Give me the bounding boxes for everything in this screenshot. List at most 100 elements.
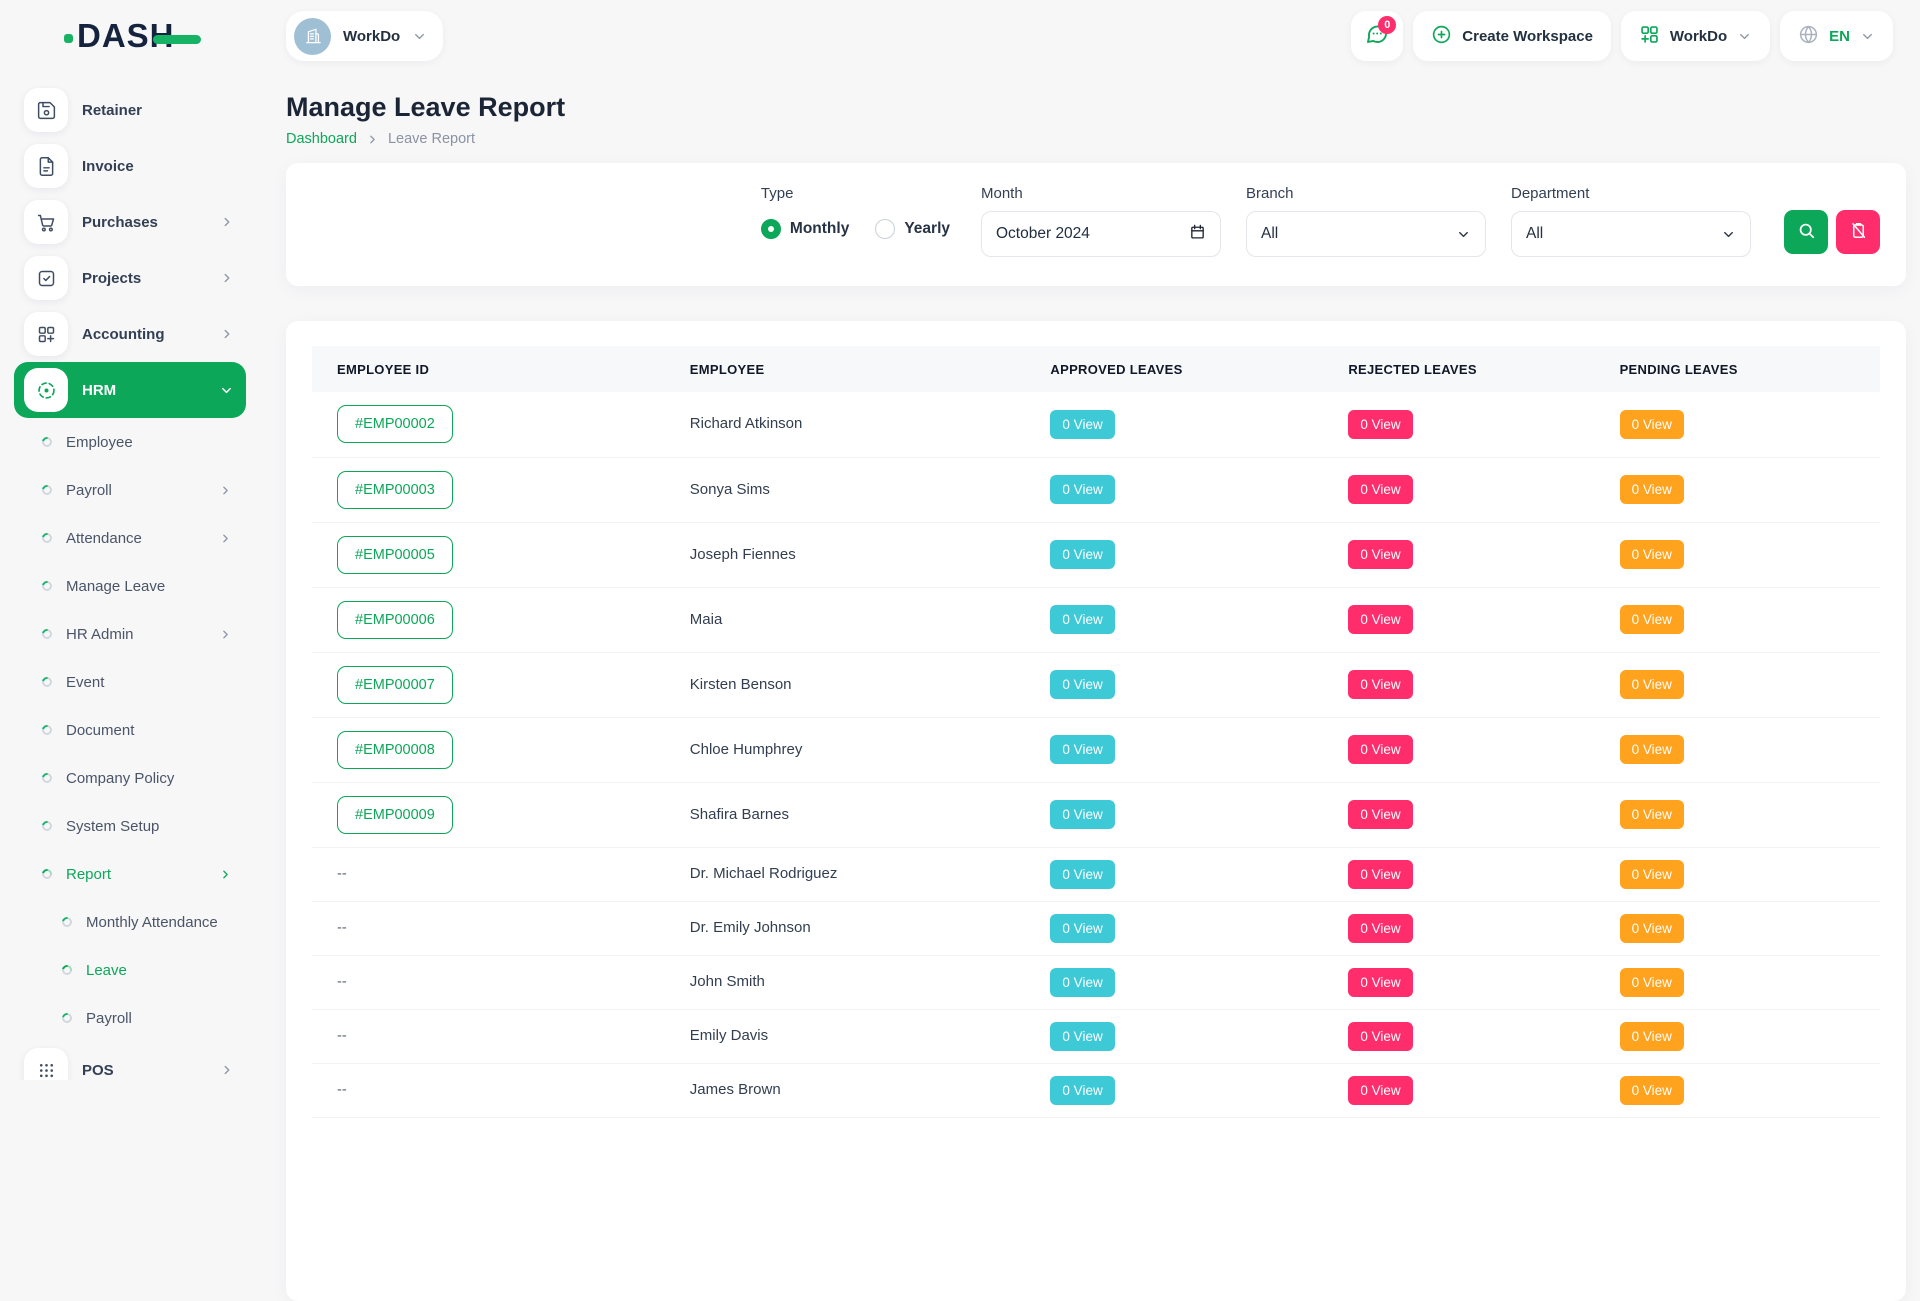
search-button[interactable] — [1784, 210, 1828, 254]
rejected-leaves-badge[interactable]: 0 View — [1348, 1022, 1412, 1051]
branch-select[interactable]: All — [1246, 211, 1486, 257]
rejected-leaves-badge[interactable]: 0 View — [1348, 735, 1412, 764]
sidebar-item-report-payroll[interactable]: Payroll — [14, 994, 246, 1042]
employee-name: Sonya Sims — [690, 481, 770, 498]
employee-id[interactable]: #EMP00003 — [337, 471, 453, 509]
sidebar-item-label: Event — [66, 674, 232, 691]
employee-id[interactable]: #EMP00002 — [337, 405, 453, 443]
radio-yearly[interactable]: Yearly — [875, 219, 950, 239]
rejected-leaves-badge[interactable]: 0 View — [1348, 914, 1412, 943]
reset-button[interactable] — [1836, 210, 1880, 254]
bullet-icon — [40, 531, 54, 545]
sidebar-item-monthly-attendance[interactable]: Monthly Attendance — [14, 898, 246, 946]
chevron-right-icon — [366, 133, 379, 146]
sidebar-item-company-policy[interactable]: Company Policy — [14, 754, 246, 802]
rejected-leaves-badge[interactable]: 0 View — [1348, 968, 1412, 997]
rejected-leaves-badge[interactable]: 0 View — [1348, 670, 1412, 699]
approved-leaves-badge[interactable]: 0 View — [1050, 968, 1114, 997]
month-label: Month — [981, 185, 1221, 202]
pending-leaves-badge[interactable]: 0 View — [1620, 410, 1684, 439]
rejected-leaves-badge[interactable]: 0 View — [1348, 860, 1412, 889]
sidebar-item-hr-admin[interactable]: HR Admin — [14, 610, 246, 658]
breadcrumb-dashboard-link[interactable]: Dashboard — [286, 131, 357, 147]
employee-id[interactable]: #EMP00008 — [337, 731, 453, 769]
approved-leaves-badge[interactable]: 0 View — [1050, 475, 1114, 504]
pending-leaves-badge[interactable]: 0 View — [1620, 670, 1684, 699]
pending-leaves-badge[interactable]: 0 View — [1620, 475, 1684, 504]
sidebar-item-label: Attendance — [66, 530, 205, 547]
sidebar-item-accounting[interactable]: Accounting — [14, 306, 246, 362]
workspace-switcher[interactable]: WorkDo — [286, 11, 443, 61]
pending-leaves-badge[interactable]: 0 View — [1620, 800, 1684, 829]
pending-leaves-badge[interactable]: 0 View — [1620, 968, 1684, 997]
create-workspace-button[interactable]: Create Workspace — [1413, 11, 1611, 61]
rejected-leaves-badge[interactable]: 0 View — [1348, 540, 1412, 569]
sidebar-item-purchases[interactable]: Purchases — [14, 194, 246, 250]
sidebar-item-system-setup[interactable]: System Setup — [14, 802, 246, 850]
approved-leaves-badge[interactable]: 0 View — [1050, 540, 1114, 569]
hrm-icon — [24, 368, 68, 412]
employee-id: -- — [337, 974, 347, 990]
sidebar-item-leave[interactable]: Leave — [14, 946, 246, 994]
employee-id[interactable]: #EMP00009 — [337, 796, 453, 834]
breadcrumb-current: Leave Report — [388, 131, 475, 147]
sidebar-item-invoice[interactable]: Invoice — [14, 138, 246, 194]
table-row: #EMP00008 Chloe Humphrey 0 View 0 View 0… — [312, 717, 1880, 782]
building-icon — [294, 18, 331, 55]
sidebar-item-employee[interactable]: Employee — [14, 418, 246, 466]
month-value: October 2024 — [996, 225, 1090, 243]
sidebar-item-payroll[interactable]: Payroll — [14, 466, 246, 514]
approved-leaves-badge[interactable]: 0 View — [1050, 914, 1114, 943]
sidebar-item-projects[interactable]: Projects — [14, 250, 246, 306]
sidebar-item-hrm[interactable]: HRM — [14, 362, 246, 418]
sidebar-item-label: Purchases — [82, 214, 206, 231]
column-rejected-leaves: REJECTED LEAVES — [1323, 346, 1594, 392]
employee-id[interactable]: #EMP00005 — [337, 536, 453, 574]
sidebar-item-report[interactable]: Report — [14, 850, 246, 898]
approved-leaves-badge[interactable]: 0 View — [1050, 670, 1114, 699]
sidebar-item-retainer[interactable]: Retainer — [14, 82, 246, 138]
notifications-button[interactable]: 0 — [1351, 11, 1403, 61]
sidebar-item-pos[interactable]: POS — [14, 1042, 246, 1080]
sidebar-item-manage-leave[interactable]: Manage Leave — [14, 562, 246, 610]
rejected-leaves-badge[interactable]: 0 View — [1348, 605, 1412, 634]
pending-leaves-badge[interactable]: 0 View — [1620, 605, 1684, 634]
sidebar-item-label: Employee — [66, 434, 232, 451]
rejected-leaves-badge[interactable]: 0 View — [1348, 475, 1412, 504]
approved-leaves-badge[interactable]: 0 View — [1050, 1022, 1114, 1051]
approved-leaves-badge[interactable]: 0 View — [1050, 800, 1114, 829]
employee-id[interactable]: #EMP00007 — [337, 666, 453, 704]
pending-leaves-badge[interactable]: 0 View — [1620, 860, 1684, 889]
language-selector[interactable]: EN — [1780, 11, 1893, 61]
employee-id: -- — [337, 1028, 347, 1044]
bullet-icon — [60, 1011, 74, 1025]
workdo-menu-button[interactable]: WorkDo — [1621, 11, 1770, 61]
approved-leaves-badge[interactable]: 0 View — [1050, 735, 1114, 764]
approved-leaves-badge[interactable]: 0 View — [1050, 410, 1114, 439]
department-value: All — [1526, 225, 1543, 243]
approved-leaves-badge[interactable]: 0 View — [1050, 605, 1114, 634]
chevron-right-icon — [219, 484, 232, 497]
pending-leaves-badge[interactable]: 0 View — [1620, 1022, 1684, 1051]
rejected-leaves-badge[interactable]: 0 View — [1348, 410, 1412, 439]
pending-leaves-badge[interactable]: 0 View — [1620, 540, 1684, 569]
department-select[interactable]: All — [1511, 211, 1751, 257]
column-employee-id: EMPLOYEE ID — [312, 346, 665, 392]
sidebar-item-label: Report — [66, 866, 205, 883]
sidebar-item-label: Invoice — [82, 158, 234, 175]
sidebar-item-document[interactable]: Document — [14, 706, 246, 754]
rejected-leaves-badge[interactable]: 0 View — [1348, 800, 1412, 829]
bullet-icon — [60, 963, 74, 977]
approved-leaves-badge[interactable]: 0 View — [1050, 860, 1114, 889]
employee-id[interactable]: #EMP00006 — [337, 601, 453, 639]
app-logo[interactable]: DASH — [0, 17, 258, 55]
bullet-icon — [40, 483, 54, 497]
month-filter-group: Month October 2024 — [981, 185, 1221, 257]
sidebar-item-event[interactable]: Event — [14, 658, 246, 706]
sidebar-item-attendance[interactable]: Attendance — [14, 514, 246, 562]
pending-leaves-badge[interactable]: 0 View — [1620, 735, 1684, 764]
month-input[interactable]: October 2024 — [981, 211, 1221, 257]
globe-icon — [1798, 24, 1819, 49]
radio-monthly[interactable]: Monthly — [761, 219, 849, 239]
pending-leaves-badge[interactable]: 0 View — [1620, 914, 1684, 943]
